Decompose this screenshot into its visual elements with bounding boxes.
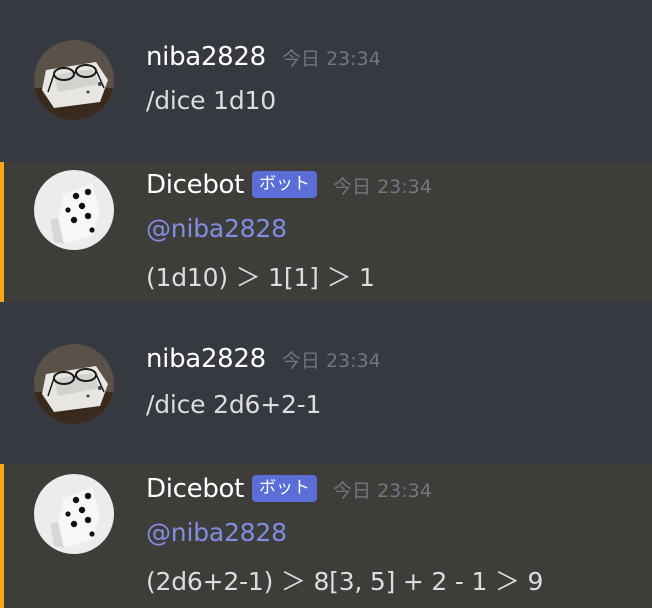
glasses-photo-avatar-icon (34, 40, 114, 120)
message-header: Dicebot ボット 今日 23:34 (146, 474, 432, 504)
bot-avatar[interactable] (34, 170, 114, 250)
message-bot-2: Dicebot ボット 今日 23:34 @niba2828 (2d6+2-1)… (0, 464, 652, 608)
username[interactable]: Dicebot (146, 474, 244, 504)
message-content: /dice 2d6+2-1 (146, 390, 322, 419)
message-user-1: niba2828 今日 23:34 /dice 1d10 (0, 0, 652, 160)
dice-avatar-icon (34, 170, 114, 250)
timestamp: 今日 23:34 (333, 176, 432, 198)
bot-avatar[interactable] (34, 474, 114, 554)
user-mention[interactable]: @niba2828 (146, 214, 287, 243)
username[interactable]: Dicebot (146, 170, 244, 200)
bot-tag-badge: ボット (252, 474, 318, 502)
message-content: (2d6+2-1) ＞ 8[3, 5] + 2 - 1 ＞ 9 (146, 567, 544, 596)
user-avatar[interactable] (34, 344, 114, 424)
message-user-2: niba2828 今日 23:34 /dice 2d6+2-1 (0, 302, 652, 462)
glasses-photo-avatar-icon (34, 344, 114, 424)
dice-avatar-icon (34, 474, 114, 554)
username[interactable]: niba2828 (146, 42, 266, 72)
user-avatar[interactable] (34, 40, 114, 120)
user-mention[interactable]: @niba2828 (146, 518, 287, 547)
message-header: niba2828 今日 23:34 (146, 344, 381, 374)
message-header: Dicebot ボット 今日 23:34 (146, 170, 432, 200)
message-header: niba2828 今日 23:34 (146, 42, 381, 72)
timestamp: 今日 23:34 (281, 48, 381, 70)
message-content: (1d10) ＞ 1[1] ＞ 1 (146, 263, 375, 292)
bot-tag-badge: ボット (252, 170, 318, 198)
message-content: /dice 1d10 (146, 86, 276, 115)
message-bot-1: Dicebot ボット 今日 23:34 @niba2828 (1d10) ＞ … (0, 162, 652, 302)
timestamp: 今日 23:34 (333, 480, 432, 502)
timestamp: 今日 23:34 (281, 350, 381, 372)
username[interactable]: niba2828 (146, 344, 266, 374)
